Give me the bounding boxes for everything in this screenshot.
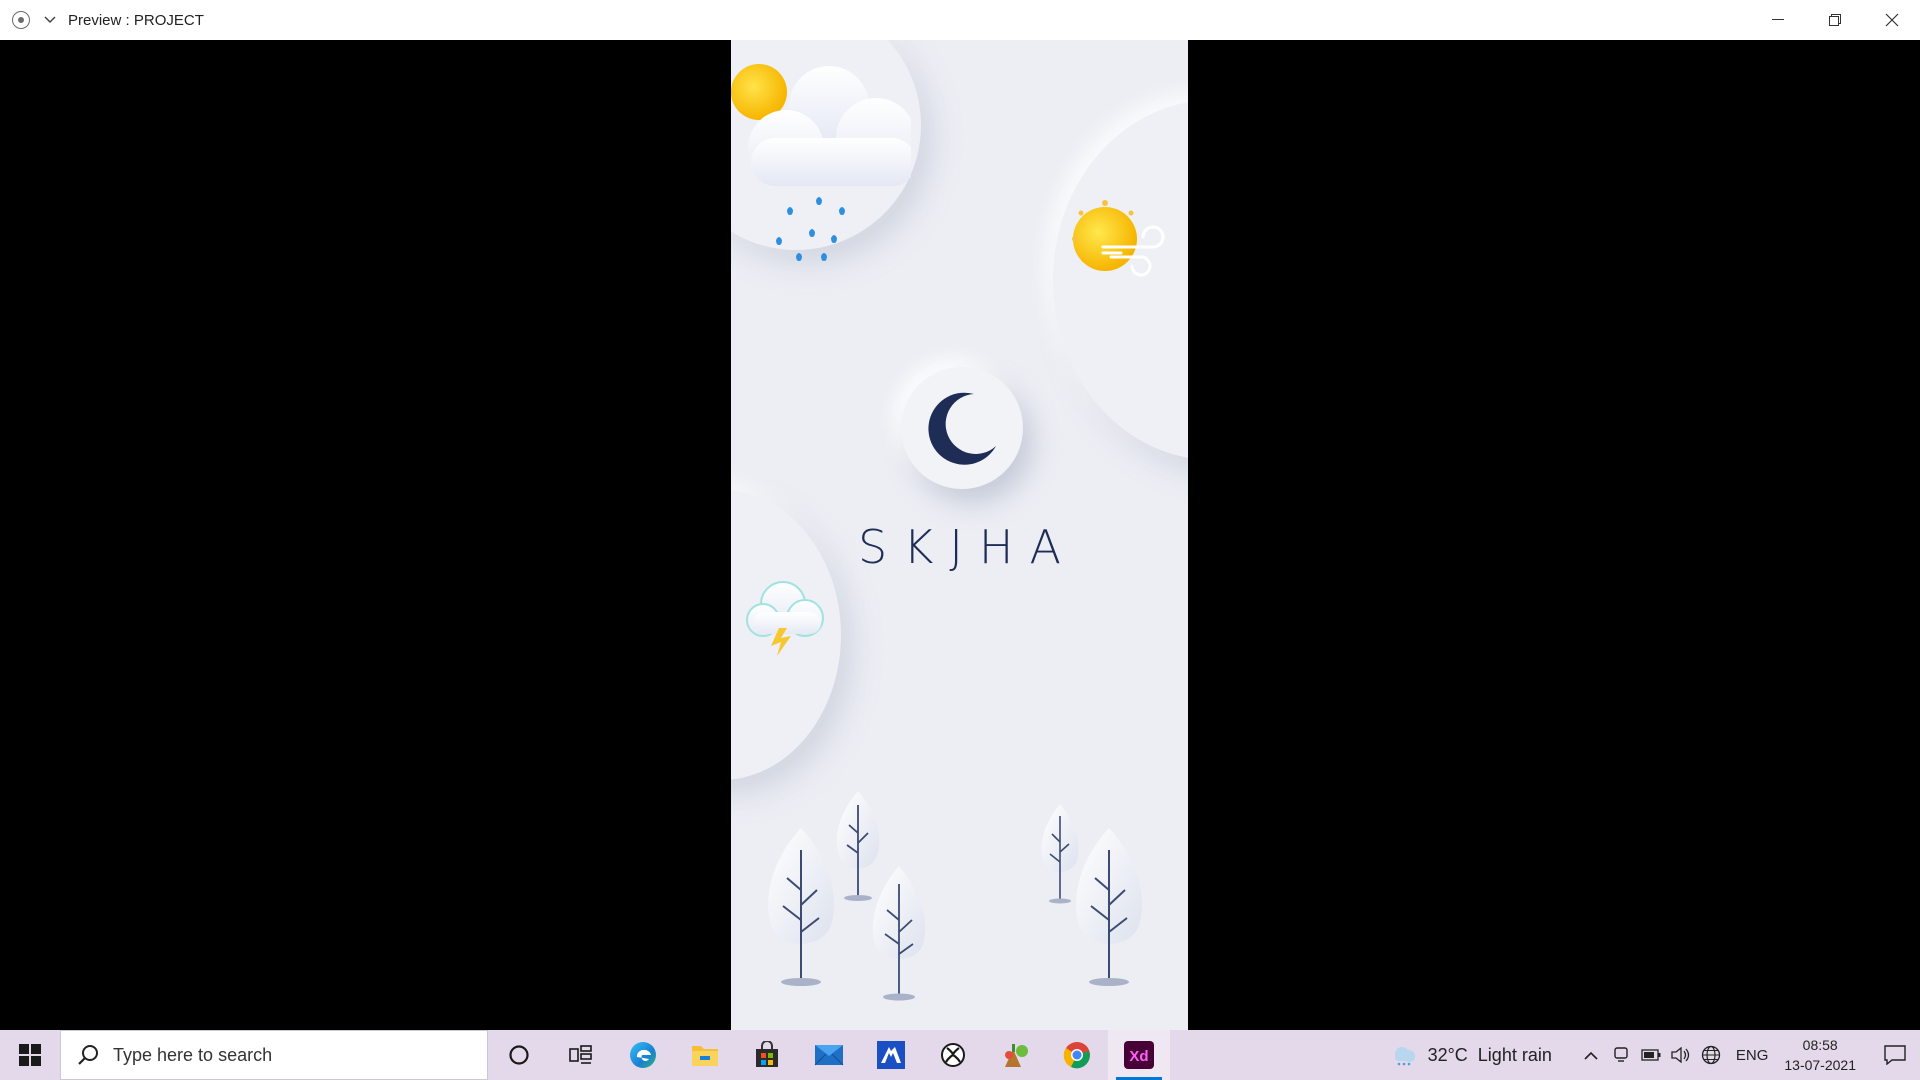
weather-widget[interactable]: 32°C Light rain bbox=[1392, 1044, 1552, 1066]
tree-icon bbox=[1069, 820, 1149, 995]
chevron-down-icon[interactable] bbox=[40, 10, 60, 30]
adobe-xd-icon[interactable]: Xd bbox=[1108, 1030, 1170, 1080]
moon-logo bbox=[901, 367, 1023, 489]
window-title-bar: Preview : PROJECT bbox=[0, 0, 1920, 40]
task-view-icon[interactable] bbox=[550, 1030, 612, 1080]
app-record-icon[interactable] bbox=[12, 11, 30, 29]
cortana-icon[interactable] bbox=[488, 1030, 550, 1080]
windows-icon bbox=[19, 1044, 41, 1066]
battery-icon[interactable] bbox=[1636, 1030, 1666, 1080]
clock-date: 13-07-2021 bbox=[1784, 1057, 1856, 1073]
mail-icon[interactable] bbox=[798, 1030, 860, 1080]
weather-icon bbox=[1394, 1047, 1415, 1066]
window-title: Preview : PROJECT bbox=[68, 11, 204, 29]
game-icon[interactable] bbox=[984, 1030, 1046, 1080]
xbox-icon[interactable] bbox=[922, 1030, 984, 1080]
moon-icon bbox=[928, 392, 996, 465]
chrome-icon[interactable] bbox=[1046, 1030, 1108, 1080]
edge-icon[interactable] bbox=[612, 1030, 674, 1080]
system-tray: 32°C Light rain ENG 08:58 13-07-2021 bbox=[1392, 1030, 1920, 1080]
chevron-up-icon[interactable] bbox=[1576, 1030, 1606, 1080]
search-icon bbox=[75, 1042, 101, 1068]
xd-label: Xd bbox=[1129, 1048, 1148, 1065]
clock-time: 08:58 bbox=[1802, 1037, 1838, 1053]
taskbar: Type here to search Xd 32°C Light rain E… bbox=[0, 1030, 1920, 1080]
clock[interactable]: 08:58 13-07-2021 bbox=[1784, 1035, 1856, 1075]
notification-icon[interactable] bbox=[1870, 1030, 1920, 1080]
taskbar-search[interactable]: Type here to search bbox=[60, 1030, 488, 1080]
file-explorer-icon[interactable] bbox=[674, 1030, 736, 1080]
minimize-button[interactable] bbox=[1749, 0, 1806, 40]
rain-cloud-icon bbox=[731, 48, 916, 283]
sun-wind-icon bbox=[1061, 195, 1171, 300]
volume-icon[interactable] bbox=[1666, 1030, 1696, 1080]
meet-now-icon[interactable] bbox=[1606, 1030, 1636, 1080]
network-globe-icon[interactable] bbox=[1696, 1030, 1726, 1080]
tree-icon bbox=[761, 820, 841, 995]
weather-condition: Light rain bbox=[1477, 1044, 1552, 1065]
thunder-cloud-icon bbox=[741, 570, 831, 665]
ms-app-icon[interactable] bbox=[860, 1030, 922, 1080]
restore-button[interactable] bbox=[1806, 0, 1863, 40]
artboard[interactable]: SKJHA bbox=[731, 40, 1188, 1030]
brand-title: SKJHA bbox=[858, 520, 1077, 574]
search-placeholder: Type here to search bbox=[113, 1044, 273, 1065]
store-icon[interactable] bbox=[736, 1030, 798, 1080]
language-indicator[interactable]: ENG bbox=[1736, 1047, 1769, 1064]
start-button[interactable] bbox=[0, 1030, 60, 1080]
close-button[interactable] bbox=[1863, 0, 1920, 40]
tree-icon bbox=[867, 860, 931, 1010]
weather-temp: 32°C bbox=[1427, 1044, 1468, 1065]
preview-area: SKJHA bbox=[0, 40, 1920, 1030]
